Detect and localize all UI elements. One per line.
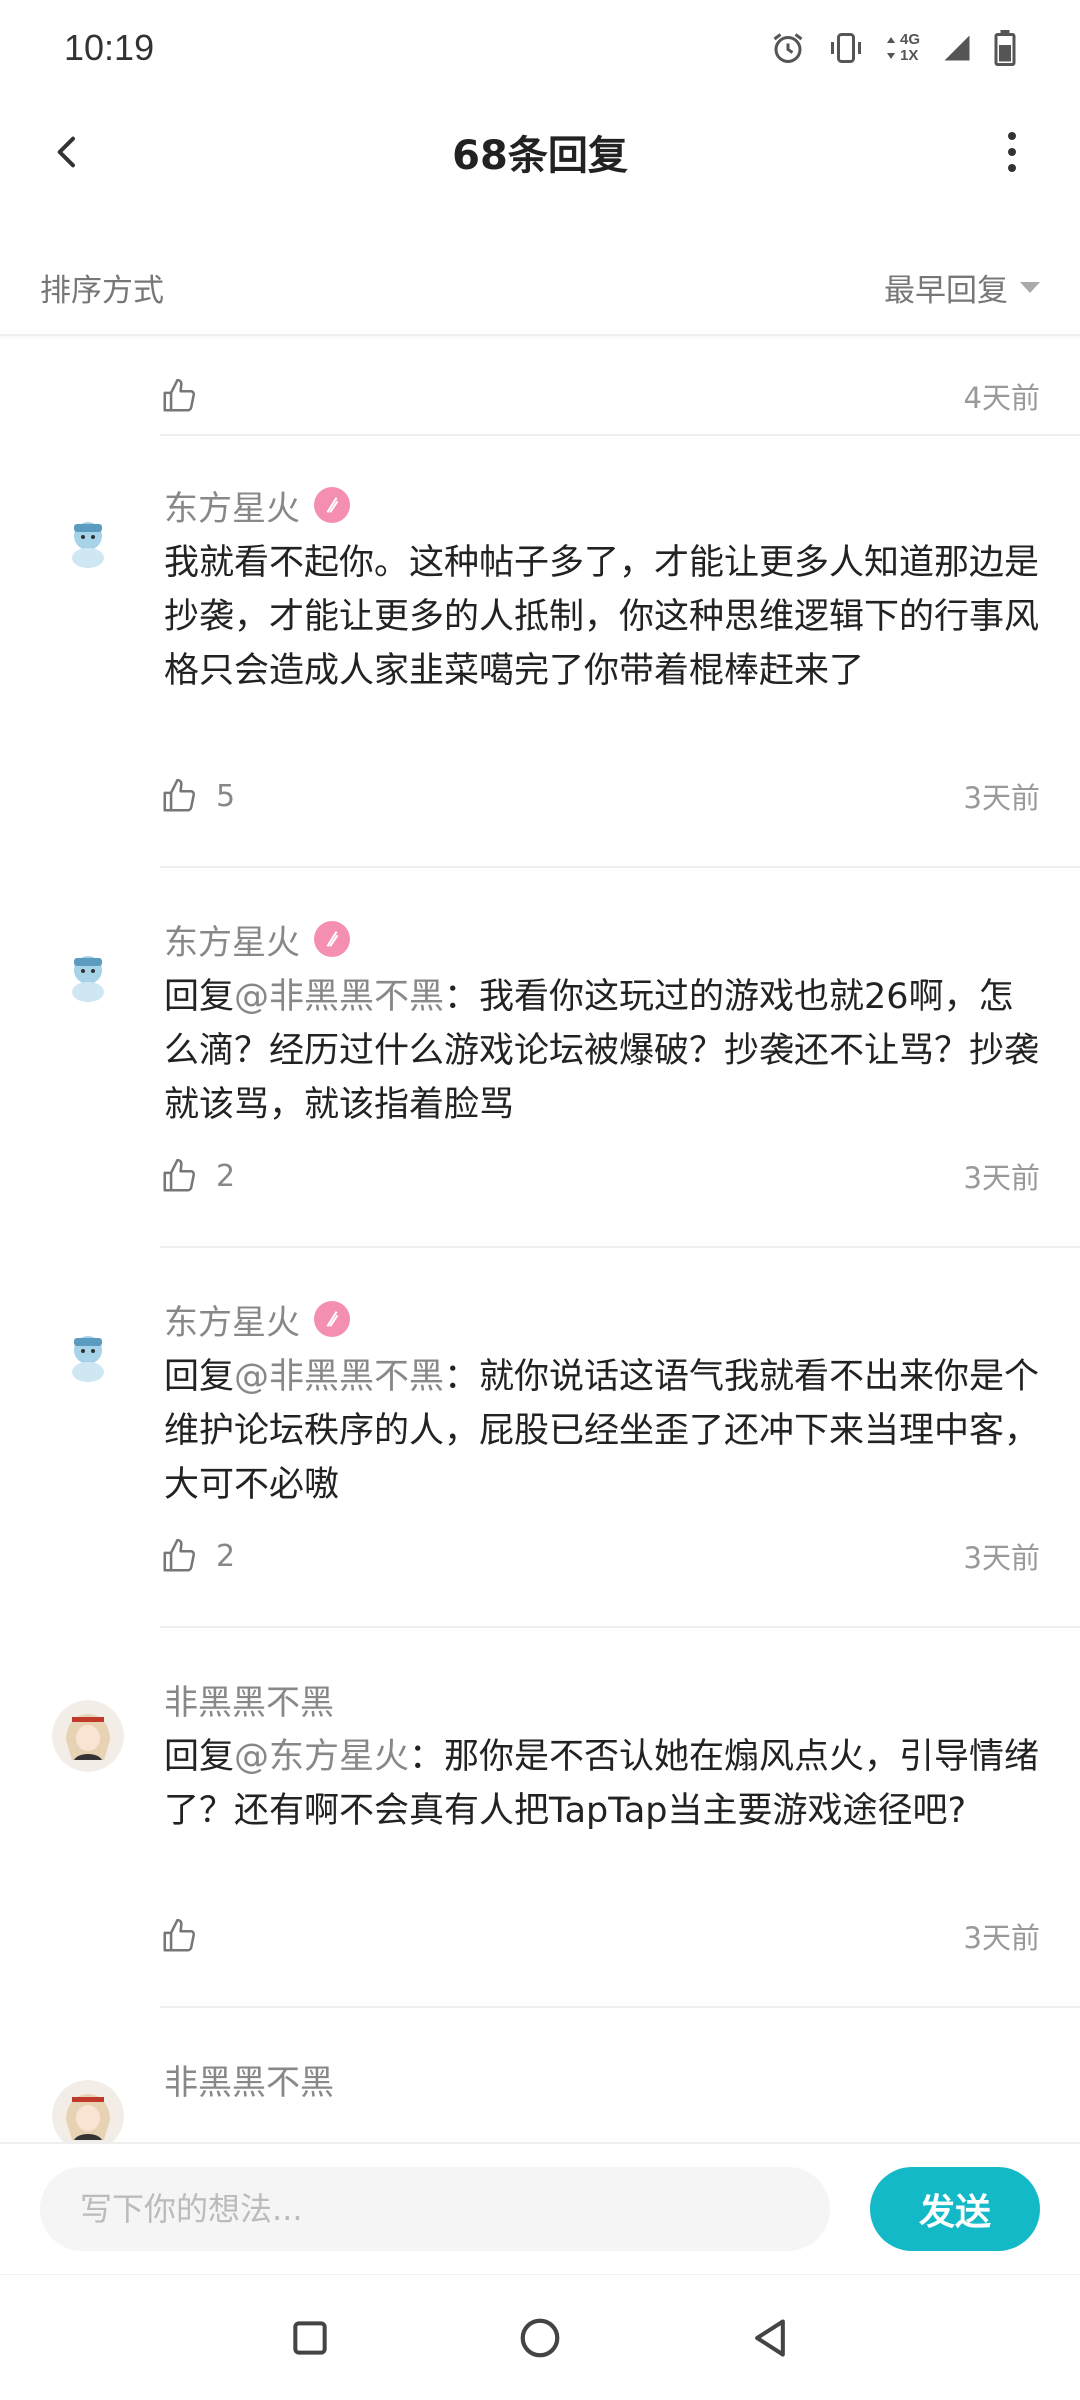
comment-meta: 2 3天前 bbox=[160, 1528, 1040, 1584]
divider bbox=[160, 434, 1080, 436]
avatar[interactable] bbox=[52, 506, 124, 578]
author-name[interactable]: 非黑黑不黑 bbox=[164, 2055, 334, 2104]
back-nav-button[interactable] bbox=[740, 2308, 800, 2368]
thumbs-up-icon bbox=[163, 1538, 196, 1572]
thumbs-up-icon bbox=[163, 1158, 196, 1192]
caret-down-icon bbox=[1020, 281, 1040, 293]
comment-meta: 5 3天前 bbox=[160, 768, 1040, 824]
comment-content: 我就看不起你。这种帖子多了，才能让更多人知道那边是抄袭，才能让更多的人抵制，你这… bbox=[164, 536, 1044, 698]
network-label-1x: 1X bbox=[899, 47, 919, 64]
status-bar: 10:19 4G 1X bbox=[0, 0, 1080, 96]
divider bbox=[160, 1246, 1080, 1248]
thumbs-up-icon bbox=[163, 778, 196, 812]
vibrate-icon bbox=[830, 33, 861, 63]
author-name[interactable]: 东方星火 bbox=[164, 915, 300, 964]
status-icons: 4G 1X bbox=[770, 30, 1016, 66]
network-type-icon: 4G 1X bbox=[886, 32, 920, 64]
comment-prefix: 回复 bbox=[164, 1737, 235, 1777]
send-button[interactable]: 发送 bbox=[870, 2167, 1040, 2251]
chevron-left-icon bbox=[57, 136, 75, 168]
triangle-back-icon bbox=[755, 2318, 785, 2357]
battery-icon bbox=[994, 30, 1016, 66]
recents-button[interactable] bbox=[280, 2308, 340, 2368]
like-button[interactable]: 5 bbox=[160, 777, 235, 815]
comment-prefix: 回复 bbox=[164, 1357, 235, 1397]
system-nav-bar bbox=[0, 2274, 1080, 2400]
like-button[interactable] bbox=[160, 1917, 216, 1955]
level-badge-icon bbox=[314, 921, 350, 957]
thumbs-up-icon bbox=[163, 1918, 196, 1952]
network-label-4g: 4G bbox=[899, 31, 920, 48]
divider bbox=[160, 1626, 1080, 1628]
home-button[interactable] bbox=[510, 2308, 570, 2368]
avatar[interactable] bbox=[52, 940, 124, 1012]
avatar[interactable] bbox=[52, 1320, 124, 1392]
like-count: 2 bbox=[216, 1538, 236, 1574]
like-count: 5 bbox=[216, 778, 236, 814]
level-badge-icon bbox=[314, 1301, 350, 1337]
sort-value: 最早回复 bbox=[884, 272, 1008, 309]
reply-input[interactable] bbox=[40, 2167, 830, 2251]
author-row: 东方星火 bbox=[164, 914, 350, 964]
comment-prefix: 回复 bbox=[164, 977, 235, 1017]
comment-time: 3天前 bbox=[963, 1161, 1040, 1195]
like-count: 2 bbox=[216, 1158, 236, 1194]
author-row: 东方星火 bbox=[164, 1294, 350, 1344]
comment-content: 回复@非黑黑不黑：我看你这玩过的游戏也就26啊，怎么滴？经历过什么游戏论坛被爆破… bbox=[164, 970, 1044, 1132]
status-time: 10:19 bbox=[64, 27, 155, 68]
more-dot-icon bbox=[1008, 132, 1016, 140]
thumbs-up-icon bbox=[163, 378, 196, 412]
author-row: 非黑黑不黑 bbox=[164, 2054, 334, 2104]
comment-text: 我就看不起你。这种帖子多了，才能让更多人知道那边是抄袭，才能让更多的人抵制，你这… bbox=[164, 543, 1040, 691]
signal-icon bbox=[944, 35, 970, 61]
snowman-avatar-icon bbox=[52, 940, 124, 1012]
avatar[interactable] bbox=[52, 2080, 124, 2142]
more-dot-icon bbox=[1008, 148, 1016, 156]
author-name[interactable]: 东方星火 bbox=[164, 481, 300, 530]
like-button[interactable]: 2 bbox=[160, 1157, 235, 1195]
author-row: 东方星火 bbox=[164, 480, 350, 530]
header: 68条回复 bbox=[0, 96, 1080, 208]
comment-time: 4天前 bbox=[963, 381, 1040, 415]
circle-icon bbox=[520, 2318, 560, 2357]
comment-content: 回复@非黑黑不黑：就你说话这语气我就看不出来你是个维护论坛秩序的人，屁股已经坐歪… bbox=[164, 1350, 1044, 1512]
page-title: 68条回复 bbox=[452, 133, 628, 179]
back-button[interactable] bbox=[36, 120, 100, 184]
partial-comment-meta: 4天前 bbox=[160, 368, 1040, 424]
sort-dropdown[interactable]: 最早回复 bbox=[884, 265, 1040, 310]
alarm-icon bbox=[773, 33, 803, 63]
square-icon bbox=[293, 2320, 327, 2355]
comment-time: 3天前 bbox=[963, 781, 1040, 815]
author-row: 非黑黑不黑 bbox=[164, 1674, 334, 1724]
mention-link[interactable]: @非黑黑不黑 bbox=[234, 1357, 444, 1397]
snowman-avatar-icon bbox=[52, 1320, 124, 1392]
more-options-button[interactable] bbox=[992, 120, 1032, 184]
comment-meta: 3天前 bbox=[160, 1908, 1040, 1964]
anime-girl-avatar-icon bbox=[52, 1700, 124, 1772]
level-badge-icon bbox=[314, 487, 350, 523]
like-button[interactable] bbox=[160, 377, 216, 415]
sort-label: 排序方式 bbox=[40, 272, 164, 309]
author-name[interactable]: 非黑黑不黑 bbox=[164, 1675, 334, 1724]
divider bbox=[160, 866, 1080, 868]
comment-meta: 2 3天前 bbox=[160, 1148, 1040, 1204]
more-dot-icon bbox=[1008, 164, 1016, 172]
anime-girl-avatar-icon bbox=[52, 2080, 124, 2142]
author-name[interactable]: 东方星火 bbox=[164, 1295, 300, 1344]
avatar[interactable] bbox=[52, 1700, 124, 1772]
sort-bar: 排序方式 最早回复 bbox=[0, 240, 1080, 336]
reply-input-bar: 发送 bbox=[0, 2142, 1080, 2274]
comment-content: 回复@东方星火：那你是不否认她在煽风点火，引导情绪了？还有啊不会真有人把TapT… bbox=[164, 1730, 1044, 1838]
snowman-avatar-icon bbox=[52, 506, 124, 578]
divider bbox=[160, 2006, 1080, 2008]
comment-time: 3天前 bbox=[963, 1921, 1040, 1955]
like-button[interactable]: 2 bbox=[160, 1537, 235, 1575]
mention-link[interactable]: @非黑黑不黑 bbox=[234, 977, 444, 1017]
comment-time: 3天前 bbox=[963, 1541, 1040, 1575]
comment-list[interactable]: 4天前 东方星火 我就看不起你。这种帖子多了，才能让更多人知道那边是抄袭，才能让… bbox=[0, 338, 1080, 2142]
mention-link[interactable]: @东方星火 bbox=[234, 1737, 409, 1777]
